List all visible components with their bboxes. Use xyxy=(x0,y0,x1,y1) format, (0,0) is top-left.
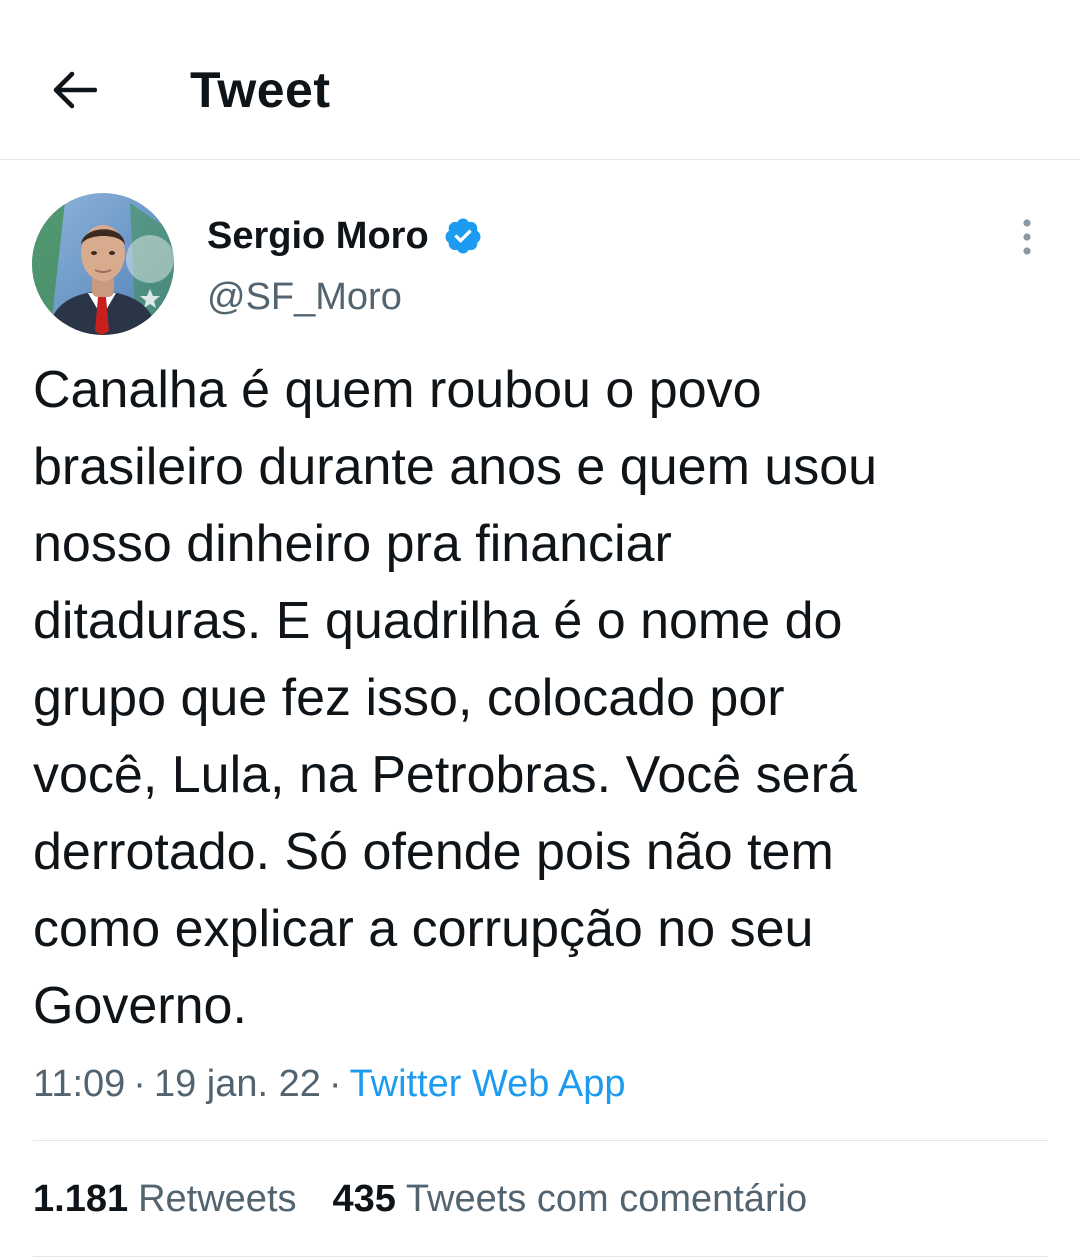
avatar[interactable] xyxy=(32,193,174,335)
meta-separator: · xyxy=(133,1063,146,1105)
tweet-time[interactable]: 11:09 xyxy=(33,1063,125,1105)
tweet-metadata: 11:09 · 19 jan. 22 · Twitter Web App xyxy=(33,1058,626,1110)
quote-tweets-stat[interactable]: 435 Tweets com comentário xyxy=(333,1172,808,1226)
retweets-label: Retweets xyxy=(138,1178,297,1220)
more-options-button[interactable] xyxy=(1000,210,1054,264)
display-name: Sergio Moro xyxy=(207,215,429,257)
retweets-count: 1.181 xyxy=(33,1178,129,1220)
divider xyxy=(33,1140,1048,1141)
author-handle[interactable]: @SF_Moro xyxy=(207,272,402,322)
top-bar: Tweet xyxy=(0,0,1080,160)
retweets-stat[interactable]: 1.181 Retweets xyxy=(33,1172,297,1226)
author-name-row[interactable]: Sergio Moro xyxy=(207,208,483,264)
arrow-left-icon xyxy=(53,71,97,109)
page-title: Tweet xyxy=(190,62,331,118)
engagement-stats: 1.181 Retweets 435 Tweets com comentário xyxy=(33,1172,843,1226)
more-vertical-icon xyxy=(1023,219,1031,255)
divider xyxy=(33,1256,1048,1257)
back-button[interactable] xyxy=(42,58,106,122)
tweet-source-link[interactable]: Twitter Web App xyxy=(350,1063,626,1105)
meta-separator: · xyxy=(328,1063,342,1105)
quote-tweets-count: 435 xyxy=(332,1178,396,1220)
tweet-date[interactable]: 19 jan. 22 xyxy=(154,1063,321,1105)
verified-badge-icon xyxy=(443,216,483,256)
quote-tweets-label: Tweets com comentário xyxy=(405,1178,808,1220)
tweet-text: Canalha é quem roubou o povo brasileiro … xyxy=(33,361,878,1035)
